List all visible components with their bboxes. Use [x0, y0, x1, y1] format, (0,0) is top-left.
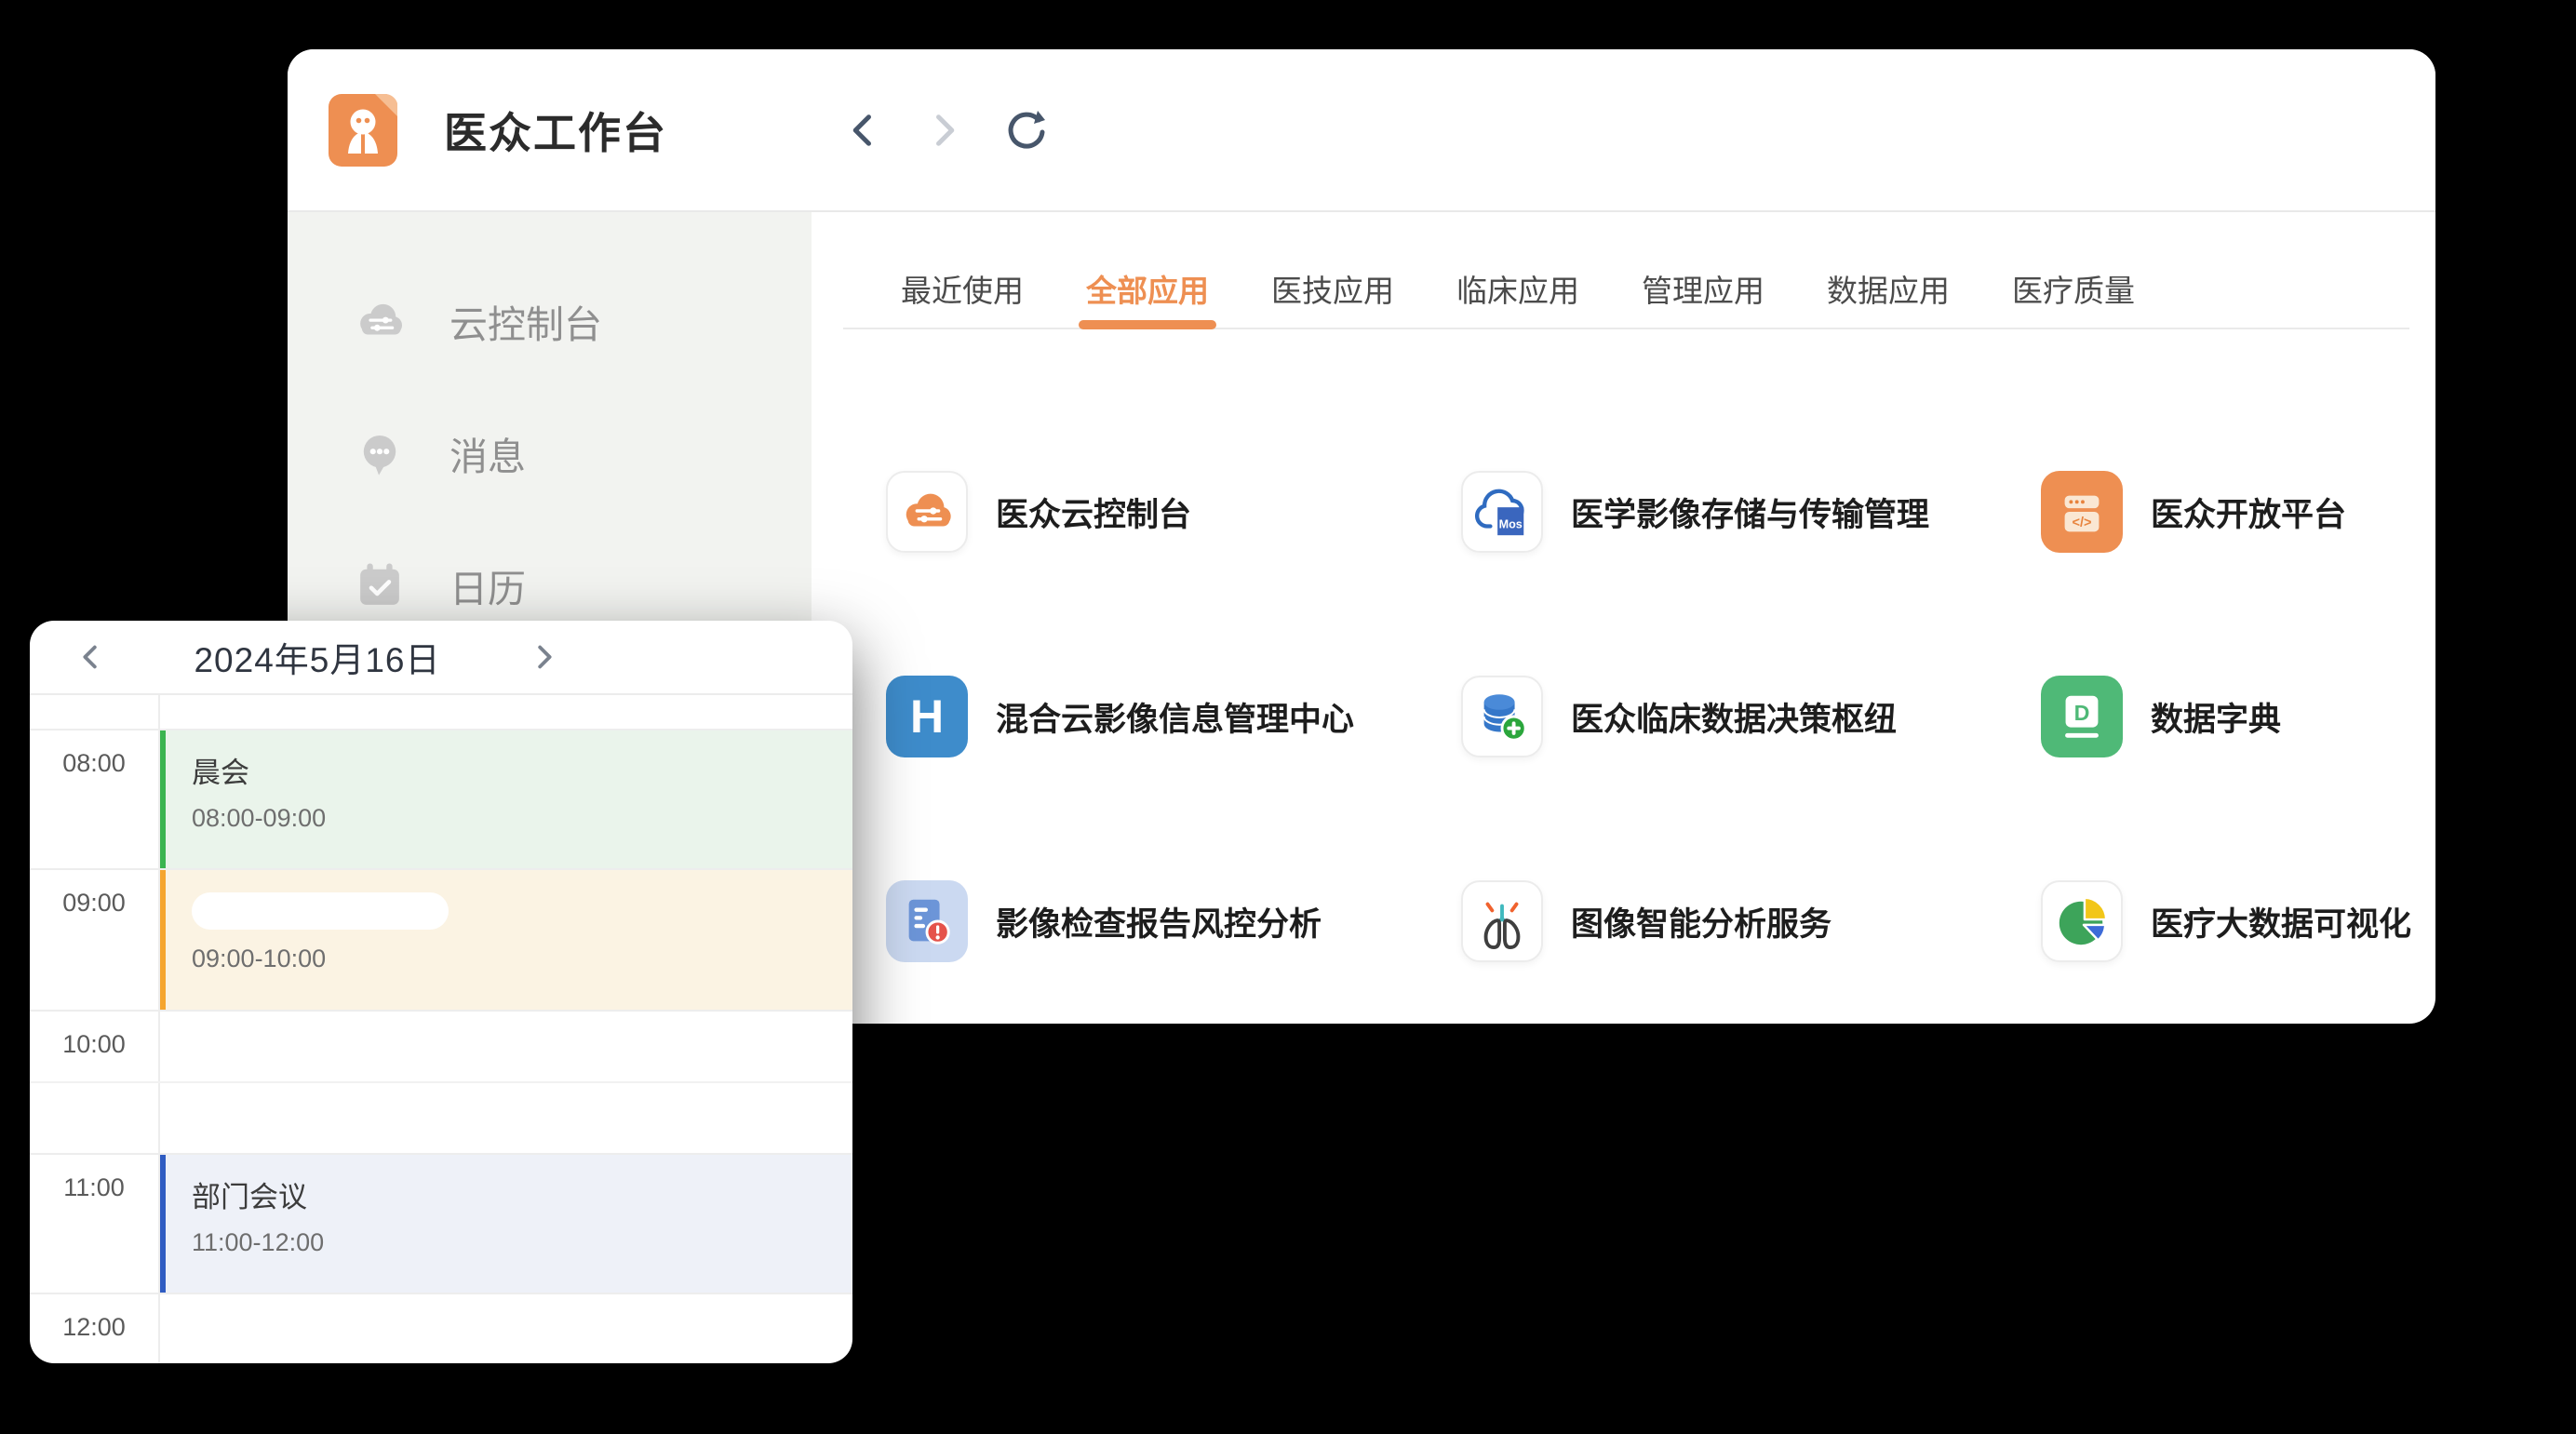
- code-browser-icon: </>: [2053, 483, 2111, 541]
- refresh-button[interactable]: [1000, 106, 1048, 154]
- app-image-storage[interactable]: Mos 医学影像存储与传输管理: [1461, 409, 2041, 614]
- chevron-left-icon: [843, 110, 884, 151]
- calendar-row-0800: 08:00 晨会 08:00-09:00: [30, 729, 852, 868]
- app-cloud-console[interactable]: 医众云控制台: [886, 409, 1461, 614]
- event-time-range: 11:00-12:00: [192, 1228, 852, 1257]
- tile: Mos: [1461, 471, 1543, 553]
- refresh-icon: [1001, 108, 1046, 153]
- app-label: 影像检查报告风控分析: [996, 898, 1322, 945]
- content-area: 最近使用 全部应用 医技应用 临床应用 管理应用 数据应用 医疗质量: [812, 212, 2435, 1022]
- time-label: 09:00: [30, 870, 160, 1010]
- tile: [1461, 880, 1543, 962]
- tile: [886, 471, 968, 553]
- letter-h-tile-icon: H: [910, 690, 944, 744]
- calendar-row-1200: 12:00: [30, 1293, 852, 1363]
- app-title: 医众工作台: [444, 100, 667, 161]
- app-data-dictionary[interactable]: D 数据字典: [2041, 614, 2411, 819]
- window-header: 医众工作台: [288, 49, 2435, 212]
- forward-button[interactable]: [919, 106, 968, 154]
- brand-logo-icon: [329, 94, 397, 167]
- tile: </>: [2041, 471, 2123, 553]
- mos-text: Mos: [1499, 517, 1523, 530]
- tab-recent[interactable]: 最近使用: [901, 249, 1024, 328]
- sidebar-item-label: 日历: [449, 557, 526, 613]
- tab-management[interactable]: 管理应用: [1642, 249, 1764, 328]
- time-label: 08:00: [30, 730, 160, 868]
- calendar-panel: 2024年5月16日 08:00 晨会 08:00-09:00 09:00 09…: [30, 621, 852, 1363]
- sidebar-item-label: 消息: [449, 425, 526, 481]
- chat-bubble-icon: [353, 426, 407, 480]
- next-day-button[interactable]: [523, 637, 564, 677]
- sidebar-item-cloud-console[interactable]: 云控制台: [288, 255, 812, 387]
- time-gutter: [30, 695, 160, 729]
- tile: [1461, 676, 1543, 757]
- time-label: 11:00: [30, 1155, 160, 1293]
- calendar-date-title: 2024年5月16日: [194, 632, 440, 682]
- event-title: 晨会: [192, 749, 852, 791]
- chevron-right-icon: [923, 110, 964, 151]
- lungs-icon: [1473, 892, 1531, 950]
- redacted-title-pill: [192, 892, 449, 930]
- orange-cloud-sliders-icon: [898, 483, 956, 541]
- calendar-header: 2024年5月16日: [30, 621, 852, 695]
- cloud-mos-icon: Mos: [1473, 483, 1531, 541]
- event-time-range: 09:00-10:00: [192, 945, 852, 973]
- app-grid: 医众云控制台 Mos 医学影像存储与传输管理: [843, 409, 2409, 1024]
- event-redacted[interactable]: 09:00-10:00: [160, 870, 852, 1010]
- calendar-row-1000: 10:00: [30, 1010, 852, 1153]
- tab-quality[interactable]: 医疗质量: [2012, 249, 2135, 328]
- app-label: 数据字典: [2151, 693, 2281, 741]
- tile: [886, 880, 968, 962]
- app-open-platform[interactable]: </> 医众开放平台: [2041, 409, 2411, 614]
- chevron-right-icon: [526, 639, 561, 675]
- code-text: </>: [2073, 516, 2092, 530]
- letter-d-text: D: [2074, 701, 2090, 725]
- tab-bar: 最近使用 全部应用 医技应用 临床应用 管理应用 数据应用 医疗质量: [843, 249, 2409, 329]
- app-report-risk-analysis[interactable]: 影像检查报告风控分析: [886, 819, 1461, 1024]
- app-bigdata-visualization[interactable]: 医疗大数据可视化: [2041, 819, 2411, 1024]
- report-alert-icon: [898, 892, 956, 950]
- back-button[interactable]: [839, 106, 888, 154]
- calendar-row-1100: 11:00 部门会议 11:00-12:00: [30, 1153, 852, 1293]
- event-department-meeting[interactable]: 部门会议 11:00-12:00: [160, 1155, 852, 1293]
- app-clinical-data-hub[interactable]: 医众临床数据决策枢纽: [1461, 614, 2041, 819]
- half-hour-gridline: [30, 1081, 852, 1083]
- pie-chart-icon: [2053, 892, 2111, 950]
- tab-clinical[interactable]: 临床应用: [1456, 249, 1579, 328]
- event-title: 部门会议: [192, 1173, 852, 1215]
- app-label: 医疗大数据可视化: [2151, 898, 2411, 945]
- app-label: 图像智能分析服务: [1571, 898, 1831, 945]
- tile: D: [2041, 676, 2123, 757]
- tab-medtech[interactable]: 医技应用: [1271, 249, 1394, 328]
- time-label: 12:00: [30, 1294, 160, 1363]
- app-label: 医众云控制台: [996, 489, 1191, 536]
- nav-group: [839, 106, 1048, 154]
- tile: [2041, 880, 2123, 962]
- tab-data[interactable]: 数据应用: [1827, 249, 1950, 328]
- calendar-row-0900: 09:00 09:00-10:00: [30, 868, 852, 1010]
- sidebar-item-messages[interactable]: 消息: [288, 387, 812, 519]
- dictionary-icon: D: [2053, 688, 2111, 745]
- chevron-left-icon: [74, 639, 109, 675]
- calendar-body: 08:00 晨会 08:00-09:00 09:00 09:00-10:00 1…: [30, 695, 852, 1363]
- app-label: 医众开放平台: [2151, 489, 2346, 536]
- app-label: 医众临床数据决策枢纽: [1571, 693, 1897, 741]
- tile: H: [886, 676, 968, 757]
- database-medical-icon: [1473, 688, 1531, 745]
- app-image-ai-analysis[interactable]: 图像智能分析服务: [1461, 819, 2041, 1024]
- calendar-nav: 2024年5月16日: [71, 632, 564, 682]
- app-label: 混合云影像信息管理中心: [996, 693, 1354, 741]
- event-morning-meeting[interactable]: 晨会 08:00-09:00: [160, 730, 852, 868]
- cloud-settings-icon: [353, 294, 407, 348]
- tab-all-apps[interactable]: 全部应用: [1086, 249, 1209, 328]
- app-hybrid-cloud-center[interactable]: H 混合云影像信息管理中心: [886, 614, 1461, 819]
- app-label: 医学影像存储与传输管理: [1571, 489, 1929, 536]
- sidebar-item-label: 云控制台: [449, 293, 602, 349]
- calendar-check-icon: [353, 558, 407, 612]
- calendar-spacer-row: [30, 695, 852, 729]
- prev-day-button[interactable]: [71, 637, 112, 677]
- event-time-range: 08:00-09:00: [192, 804, 852, 833]
